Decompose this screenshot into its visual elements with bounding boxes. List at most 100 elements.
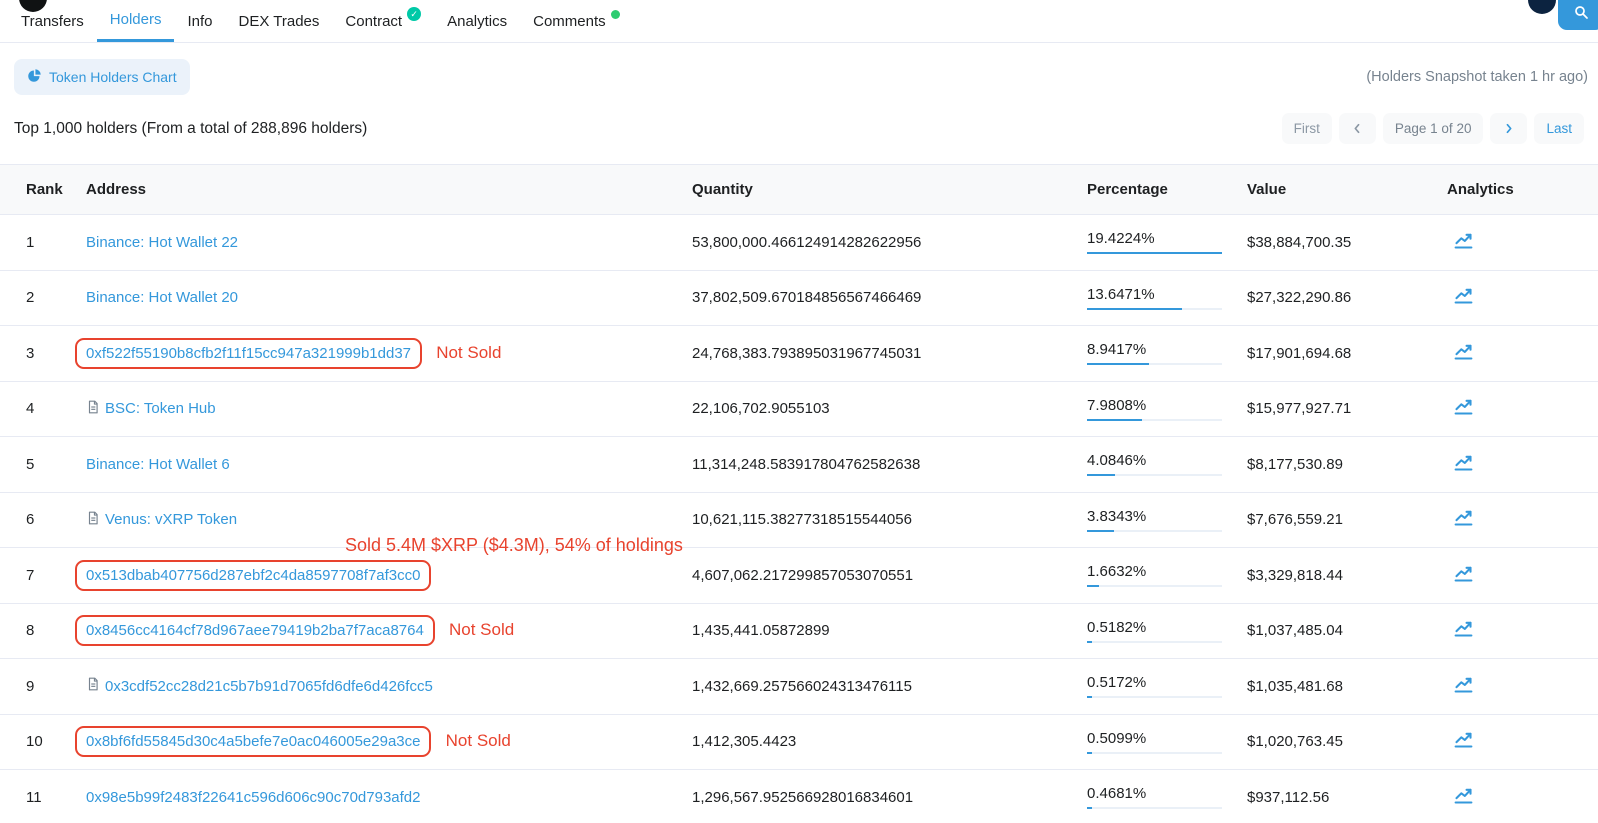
pagination-prev-button[interactable]: [1339, 113, 1376, 144]
quantity-cell: 10,621,115.38277318515544056: [690, 492, 1085, 548]
percentage-bar-track: [1087, 752, 1222, 754]
address-cell: Binance: Hot Wallet 6: [80, 437, 690, 493]
pagination-first-button[interactable]: First: [1282, 113, 1332, 144]
address-link[interactable]: 0x8bf6fd55845d30c4a5befe7e0ac046005e29a3…: [86, 733, 420, 750]
contract-icon: [86, 400, 100, 418]
percentage-bar-track: [1087, 807, 1222, 809]
analytics-cell: [1445, 270, 1598, 326]
analytics-chart-icon[interactable]: [1453, 729, 1474, 750]
value-cell: $3,329,818.44: [1245, 548, 1445, 604]
search-button[interactable]: [1558, 0, 1598, 30]
analytics-chart-icon[interactable]: [1453, 285, 1474, 306]
analytics-cell: [1445, 492, 1598, 548]
tab-label: Transfers: [21, 13, 84, 30]
verified-check-icon: ✓: [407, 7, 421, 21]
holders-summary: Top 1,000 holders (From a total of 288,8…: [14, 120, 367, 138]
holders-table: Rank Address Quantity Percentage Value A…: [0, 164, 1598, 823]
address-link[interactable]: Venus: vXRP Token: [105, 511, 237, 528]
percentage-cell: 8.9417%: [1085, 326, 1245, 382]
snapshot-note: (Holders Snapshot taken 1 hr ago): [1366, 69, 1588, 85]
column-header-rank: Rank: [0, 165, 80, 215]
chevron-left-icon: [1351, 122, 1364, 135]
sold-annotation: Sold 5.4M $XRP ($4.3M), 54% of holdings: [345, 535, 683, 556]
address-link[interactable]: BSC: Token Hub: [105, 400, 216, 417]
quantity-cell: 1,296,567.952566928016834601: [690, 770, 1085, 823]
value-cell: $17,901,694.68: [1245, 326, 1445, 382]
address-link[interactable]: 0x513dbab407756d287ebf2c4da8597708f7af3c…: [86, 567, 420, 584]
tab-analytics[interactable]: Analytics: [434, 0, 520, 42]
address-cell: 0x8456cc4164cf78d967aee79419b2ba7f7aca87…: [80, 603, 690, 659]
percentage-bar-fill: [1087, 585, 1099, 587]
percentage-value: 4.0846%: [1087, 452, 1222, 469]
token-holders-chart-button[interactable]: Token Holders Chart: [14, 59, 190, 95]
address-wrap: Binance: Hot Wallet 20: [86, 289, 238, 306]
rank-cell: 10: [0, 714, 80, 770]
value-cell: $1,035,481.68: [1245, 659, 1445, 715]
rank-cell: 9: [0, 659, 80, 715]
percentage-bar-fill: [1087, 752, 1092, 754]
tab-comments[interactable]: Comments: [520, 0, 633, 42]
analytics-chart-icon[interactable]: [1453, 563, 1474, 584]
address-link[interactable]: 0x98e5b99f2483f22641c596d606c90c70d793af…: [86, 789, 420, 806]
analytics-chart-icon[interactable]: [1453, 341, 1474, 362]
analytics-chart-icon[interactable]: [1453, 785, 1474, 806]
address-cell: 0x3cdf52cc28d21c5b7b91d7065fd6dfe6d426fc…: [80, 659, 690, 715]
quantity-cell: 22,106,702.9055103: [690, 381, 1085, 437]
analytics-cell: [1445, 437, 1598, 493]
table-row: 10 0x8bf6fd55845d30c4a5befe7e0ac046005e2…: [0, 714, 1598, 770]
percentage-value: 7.9808%: [1087, 397, 1222, 414]
address-cell: 0x8bf6fd55845d30c4a5befe7e0ac046005e29a3…: [80, 714, 690, 770]
percentage-cell: 0.5172%: [1085, 659, 1245, 715]
pagination-last-button[interactable]: Last: [1534, 113, 1584, 144]
percentage-bar-fill: [1087, 419, 1142, 421]
analytics-chart-icon[interactable]: [1453, 396, 1474, 417]
summary-row: Top 1,000 holders (From a total of 288,8…: [0, 95, 1598, 164]
percentage-bar-track: [1087, 308, 1222, 310]
rank-cell: 6: [0, 492, 80, 548]
percentage-cell: 0.5182%: [1085, 603, 1245, 659]
address-wrap: 0x8456cc4164cf78d967aee79419b2ba7f7aca87…: [75, 615, 435, 646]
percentage-value: 3.8343%: [1087, 508, 1222, 525]
address-link[interactable]: Binance: Hot Wallet 22: [86, 234, 238, 251]
percentage-value: 0.4681%: [1087, 785, 1222, 802]
address-cell: Binance: Hot Wallet 20: [80, 270, 690, 326]
value-cell: $1,020,763.45: [1245, 714, 1445, 770]
analytics-chart-icon[interactable]: [1453, 230, 1474, 251]
percentage-bar-track: [1087, 585, 1222, 587]
column-header-address: Address: [80, 165, 690, 215]
table-row: 3 0xf522f55190b8cfb2f11f15cc947a321999b1…: [0, 326, 1598, 382]
theme-toggle-partial[interactable]: [1528, 0, 1556, 14]
percentage-bar-fill: [1087, 252, 1222, 254]
pagination-next-button[interactable]: [1490, 113, 1527, 144]
table-row: 9 0x3cdf52cc28d21c5b7b91d7065fd6dfe6d426…: [0, 659, 1598, 715]
table-row: 7 Sold 5.4M $XRP ($4.3M), 54% of holding…: [0, 548, 1598, 604]
address-link[interactable]: Binance: Hot Wallet 6: [86, 456, 230, 473]
percentage-value: 1.6632%: [1087, 563, 1222, 580]
analytics-chart-icon[interactable]: [1453, 618, 1474, 639]
address-link[interactable]: 0x8456cc4164cf78d967aee79419b2ba7f7aca87…: [86, 622, 424, 639]
analytics-chart-icon[interactable]: [1453, 452, 1474, 473]
quantity-cell: 1,435,441.05872899: [690, 603, 1085, 659]
tab-info[interactable]: Info: [174, 0, 225, 42]
token-holders-page: TransfersHoldersInfoDEX TradesContract✓A…: [0, 0, 1598, 823]
address-link[interactable]: Binance: Hot Wallet 20: [86, 289, 238, 306]
percentage-bar-track: [1087, 419, 1222, 421]
address-link[interactable]: 0xf522f55190b8cfb2f11f15cc947a321999b1dd…: [86, 345, 411, 362]
percentage-bar-track: [1087, 252, 1222, 254]
analytics-chart-icon[interactable]: [1453, 674, 1474, 695]
tab-contract[interactable]: Contract✓: [332, 0, 434, 42]
value-cell: $7,676,559.21: [1245, 492, 1445, 548]
tab-holders[interactable]: Holders: [97, 0, 175, 42]
tab-dex-trades[interactable]: DEX Trades: [226, 0, 333, 42]
address-link[interactable]: 0x3cdf52cc28d21c5b7b91d7065fd6dfe6d426fc…: [105, 678, 433, 695]
percentage-bar-fill: [1087, 807, 1092, 809]
table-row: 2 Binance: Hot Wallet 20 37,802,509.6701…: [0, 270, 1598, 326]
quantity-cell: 37,802,509.670184856567466469: [690, 270, 1085, 326]
rank-cell: 2: [0, 270, 80, 326]
not-sold-annotation: Not Sold: [449, 620, 514, 639]
value-cell: $8,177,530.89: [1245, 437, 1445, 493]
percentage-bar-fill: [1087, 474, 1115, 476]
analytics-chart-icon[interactable]: [1453, 507, 1474, 528]
percentage-cell: 1.6632%: [1085, 548, 1245, 604]
percentage-bar-track: [1087, 641, 1222, 643]
